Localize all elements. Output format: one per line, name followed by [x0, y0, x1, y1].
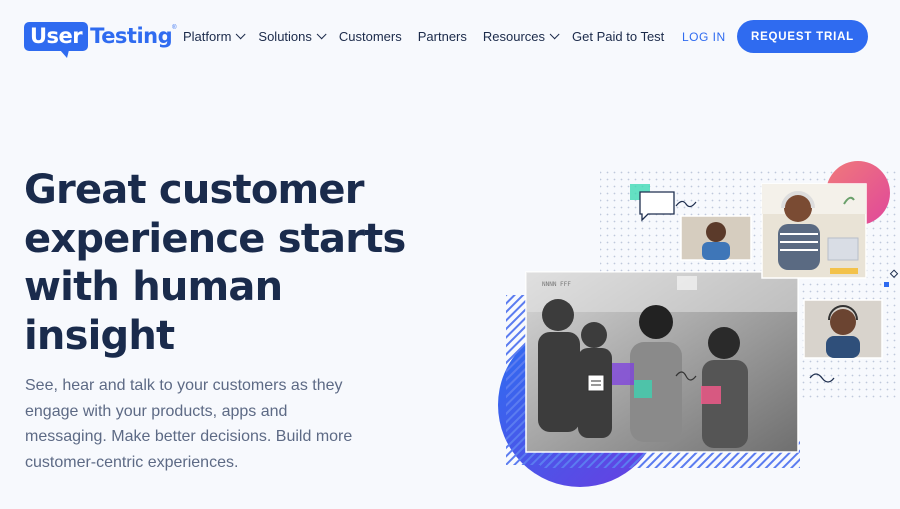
logo-registered-mark: ®: [172, 25, 177, 31]
usertesting-logo[interactable]: User Testing ®: [24, 19, 177, 58]
svg-text:NNNN FFF: NNNN FFF: [542, 281, 571, 288]
login-link[interactable]: LOG IN: [682, 30, 726, 44]
nav-item-partners[interactable]: Partners: [418, 29, 467, 44]
chevron-down-icon: [236, 29, 246, 40]
nav-item-label: Platform: [183, 29, 232, 44]
hero-title: Great customer experience starts with hu…: [24, 167, 406, 359]
request-trial-button[interactable]: REQUEST TRIAL: [737, 20, 868, 53]
nav-item-label: Customers: [338, 29, 402, 44]
hero-subtitle: See, hear and talk to your customers as …: [25, 377, 353, 471]
nav-item-label: Partners: [417, 29, 467, 44]
hero-illustration: NNNN FFF: [480, 150, 900, 504]
main-nav: Platform Solutions Customers Partners Re…: [183, 29, 680, 44]
site-header: User Testing ® Platform Solutions Custom…: [0, 0, 900, 75]
nav-item-label: Get Paid to Test: [572, 29, 665, 44]
nav-item-platform[interactable]: Platform: [183, 29, 246, 44]
nav-item-get-paid-to-test[interactable]: Get Paid to Test: [572, 29, 664, 44]
logo-box: User: [24, 21, 89, 58]
nav-item-customers[interactable]: Customers: [339, 29, 402, 44]
logo-text: Testing: [90, 24, 173, 48]
nav-item-resources[interactable]: Resources: [482, 29, 560, 44]
hero-illustration-graphic: NNNN FFF: [498, 161, 900, 487]
chevron-down-icon: [316, 29, 327, 40]
nav-item-solutions[interactable]: Solutions: [258, 29, 327, 44]
chevron-down-icon: [549, 29, 560, 40]
nav-item-label: Resources: [482, 29, 546, 44]
nav-item-label: Solutions: [258, 29, 312, 44]
